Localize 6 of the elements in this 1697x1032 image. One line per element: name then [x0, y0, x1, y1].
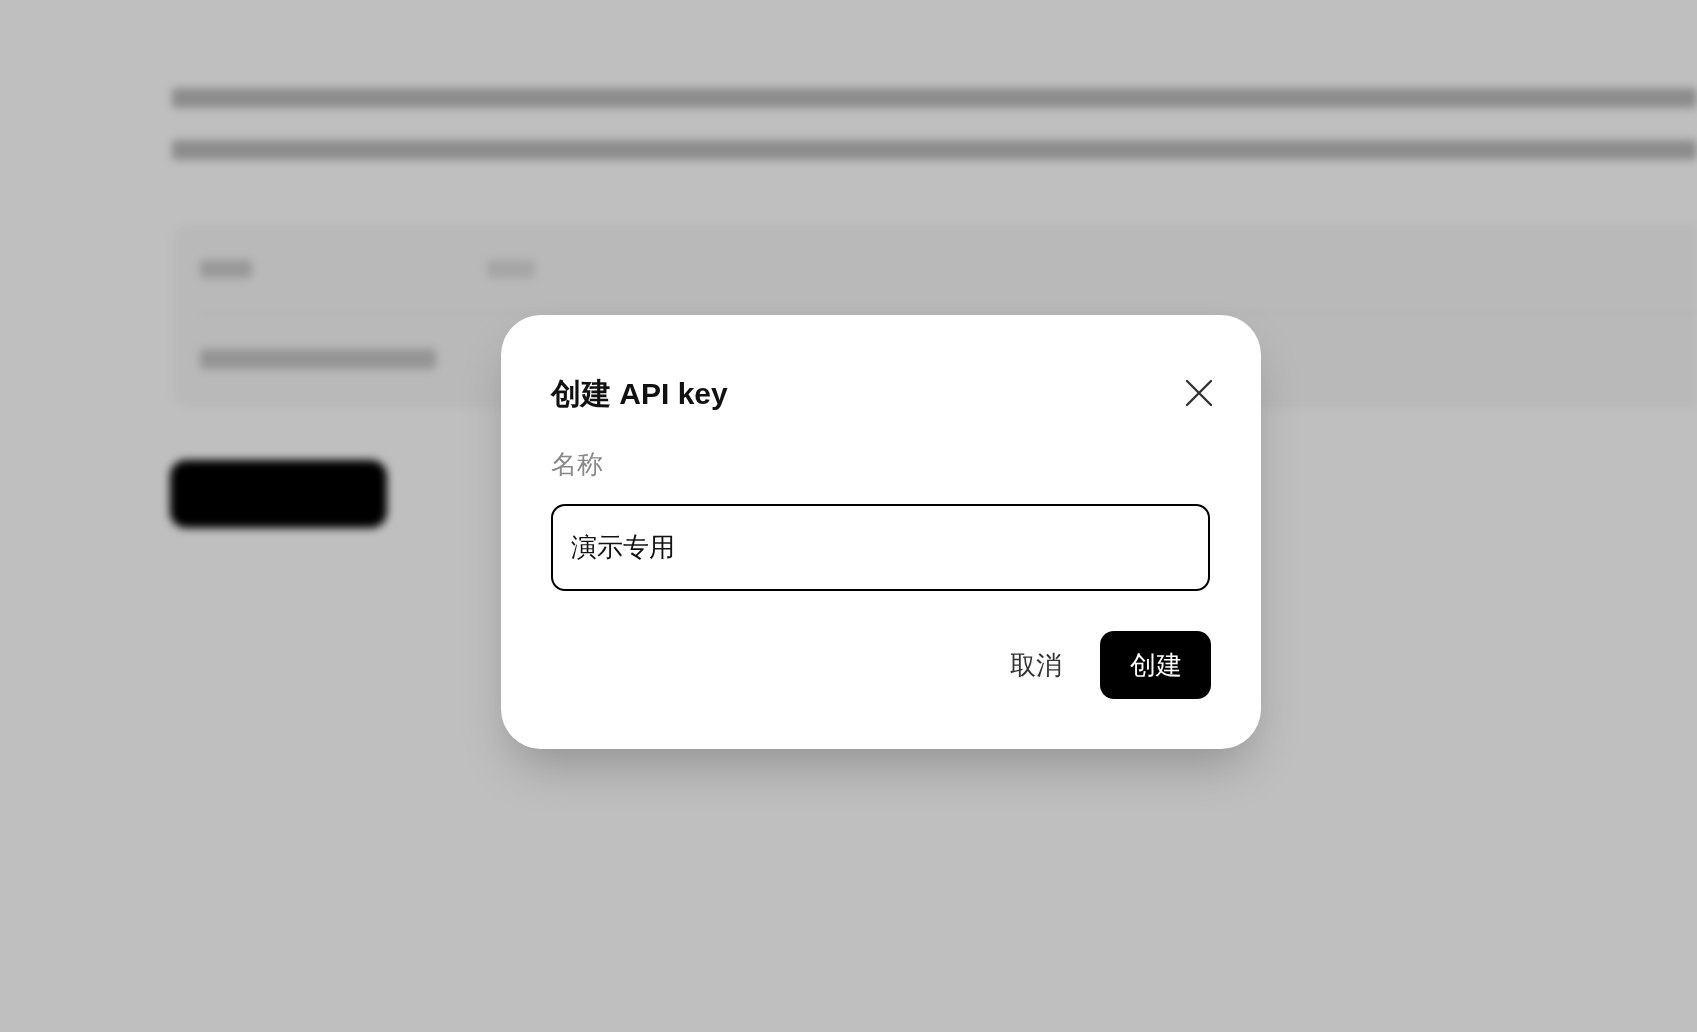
create-button[interactable]: 创建 [1100, 631, 1211, 699]
close-icon[interactable] [1185, 379, 1213, 407]
cancel-button[interactable]: 取消 [992, 631, 1080, 699]
name-input-field[interactable]: 演示专用 [551, 504, 1210, 591]
dialog-title: 创建 API key [551, 375, 728, 412]
field-label: 名称 [551, 449, 603, 479]
